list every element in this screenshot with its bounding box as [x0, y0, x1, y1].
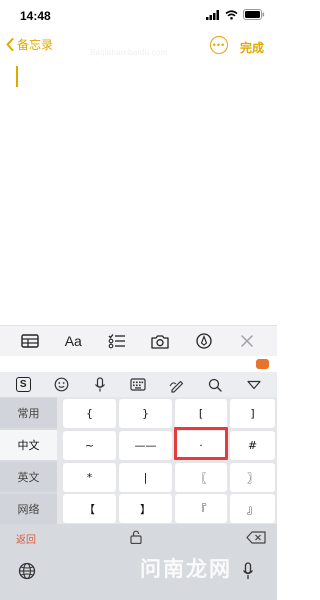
category-common[interactable]: 常用 — [0, 398, 57, 428]
markup-pen-icon[interactable] — [192, 329, 216, 353]
symbol-key[interactable]: ~ — [63, 431, 116, 460]
handwriting-icon[interactable] — [167, 375, 187, 395]
status-bar: 14:48 — [0, 0, 277, 30]
symbol-key[interactable]: ] — [230, 399, 275, 428]
camera-icon[interactable] — [148, 329, 172, 353]
symbol-key[interactable]: —— — [119, 431, 172, 460]
status-icons — [206, 9, 265, 20]
text-format-label: Aa — [64, 333, 82, 349]
back-button[interactable]: 备忘录 — [6, 36, 53, 53]
highlight-box — [174, 427, 228, 460]
sogou-logo-icon[interactable]: S — [13, 375, 33, 395]
symbol-key[interactable]: { — [63, 399, 116, 428]
chevron-left-icon — [6, 38, 14, 51]
keyboard-icon[interactable] — [128, 375, 148, 395]
microphone-icon[interactable] — [90, 375, 110, 395]
category-chinese[interactable]: 中文 — [0, 430, 57, 460]
note-editor[interactable] — [0, 60, 277, 325]
symbol-keyboard: 常用 中文 英文 网络 { } [ ] ~ —— · # * | 〖 〗 【 】… — [0, 397, 277, 524]
symbol-key[interactable]: * — [63, 463, 116, 492]
back-label: 备忘录 — [17, 38, 54, 52]
status-time: 14:48 — [20, 9, 51, 23]
wifi-icon — [225, 9, 238, 20]
symbol-key[interactable]: 『 — [175, 494, 227, 523]
symbol-key[interactable]: 【 — [63, 494, 116, 523]
symbol-key[interactable]: | — [119, 463, 172, 492]
site-watermark: 问南龙网 — [140, 557, 232, 581]
checklist-icon[interactable] — [105, 329, 129, 353]
collapse-icon[interactable] — [244, 375, 264, 395]
sogou-logo-letter: S — [15, 377, 31, 392]
symbol-key[interactable]: 〗 — [230, 463, 275, 492]
symbol-key[interactable]: 】 — [119, 494, 172, 523]
done-button[interactable]: 完成 — [240, 39, 264, 56]
category-network[interactable]: 网络 — [0, 494, 57, 524]
lock-icon[interactable] — [130, 530, 142, 544]
category-sidebar: 常用 中文 英文 网络 — [0, 397, 57, 524]
ime-toolbar: S — [0, 372, 277, 397]
delete-backspace-icon[interactable] — [246, 531, 266, 544]
sogou-mascot-icon — [256, 359, 269, 369]
format-toolbar: Aa — [0, 325, 277, 356]
globe-icon[interactable] — [18, 562, 36, 580]
ime-candidate-strip — [0, 356, 277, 372]
signal-icon — [206, 9, 219, 20]
faint-watermark: Baijiahao.baidu.com — [90, 48, 168, 57]
ellipsis-circle-icon[interactable]: ••• — [210, 36, 228, 54]
battery-icon — [243, 9, 265, 20]
close-icon[interactable] — [235, 329, 259, 353]
symbol-key[interactable]: # — [230, 431, 275, 460]
keyboard-bottom-bar: 返回 问南龙网 — [0, 524, 277, 600]
symbol-key[interactable]: 』 — [230, 494, 275, 523]
emoji-icon[interactable] — [52, 375, 72, 395]
symbol-key[interactable]: 〖 — [175, 463, 227, 492]
text-format-icon[interactable]: Aa — [61, 329, 85, 353]
microphone-icon[interactable] — [242, 562, 254, 580]
search-icon[interactable] — [205, 375, 225, 395]
symbol-key[interactable]: [ — [175, 399, 227, 428]
table-icon[interactable] — [18, 329, 42, 353]
return-button[interactable]: 返回 — [16, 531, 36, 546]
category-english[interactable]: 英文 — [0, 462, 57, 492]
symbol-key[interactable]: } — [119, 399, 172, 428]
